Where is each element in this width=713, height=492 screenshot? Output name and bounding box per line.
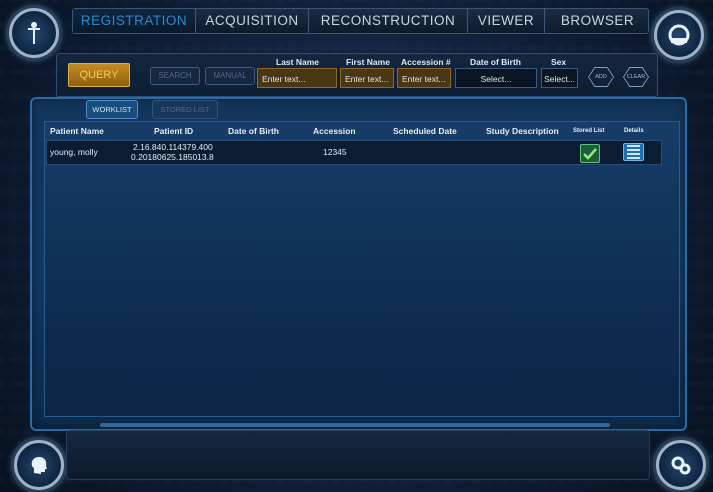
tower-icon[interactable] — [9, 8, 59, 58]
sex-select[interactable]: Select... — [541, 68, 578, 88]
cell-patient-name: young, molly — [50, 147, 98, 157]
accession-input[interactable]: Enter text... — [397, 68, 451, 88]
add-label: ADD — [589, 68, 613, 86]
scanner-icon[interactable] — [654, 10, 704, 60]
dob-label: Date of Birth — [470, 57, 521, 67]
tab-reconstruction[interactable]: RECONSTRUCTION — [309, 9, 468, 33]
header-patient-name[interactable]: Patient Name — [50, 126, 104, 136]
tab-viewer[interactable]: VIEWER — [468, 9, 545, 33]
query-button[interactable]: QUERY — [68, 63, 130, 87]
last-name-input[interactable]: Enter text... — [257, 68, 337, 88]
gears-icon[interactable] — [656, 440, 706, 490]
tab-registration[interactable]: REGISTRATION — [73, 9, 196, 33]
first-name-label: First Name — [346, 57, 390, 67]
manual-button[interactable]: MANUAL — [205, 67, 255, 85]
tab-stored-list[interactable]: STORED LIST — [152, 100, 218, 119]
dob-select[interactable]: Select... — [455, 68, 537, 88]
header-study-description[interactable]: Study Description — [486, 126, 559, 136]
accession-label: Accession # — [401, 57, 451, 67]
tab-browser[interactable]: BROWSER — [545, 9, 650, 33]
header-scheduled-date[interactable]: Scheduled Date — [393, 126, 457, 136]
search-button[interactable]: SEARCH — [150, 67, 200, 85]
cell-patient-id-line2: 0.20180625.185013.8 — [131, 152, 214, 162]
last-name-label: Last Name — [276, 57, 319, 67]
sex-label: Sex — [551, 57, 567, 67]
stored-check-icon[interactable] — [580, 144, 600, 163]
details-list-icon[interactable] — [623, 143, 644, 161]
head-profile-icon[interactable] — [14, 440, 64, 490]
header-stored-list[interactable]: Stored List — [573, 128, 604, 134]
header-accession[interactable]: Accession — [313, 126, 356, 136]
tab-acquisition[interactable]: ACQUISITION — [196, 9, 309, 33]
header-details[interactable]: Details — [624, 128, 644, 134]
header-dob[interactable]: Date of Birth — [228, 126, 279, 136]
first-name-input[interactable]: Enter text... — [340, 68, 394, 88]
cell-patient-id-line1: 2.16.840.114379.400 — [133, 142, 213, 152]
panel-bottom-rail — [100, 423, 610, 427]
worklist-table — [44, 121, 680, 417]
tab-worklist[interactable]: WORKLIST — [86, 100, 138, 119]
bottom-bar — [66, 430, 650, 480]
header-patient-id[interactable]: Patient ID — [154, 126, 193, 136]
cell-accession: 12345 — [323, 147, 347, 157]
main-tab-bar: REGISTRATION ACQUISITION RECONSTRUCTION … — [72, 8, 649, 34]
clear-label: CLEAR — [624, 68, 648, 86]
